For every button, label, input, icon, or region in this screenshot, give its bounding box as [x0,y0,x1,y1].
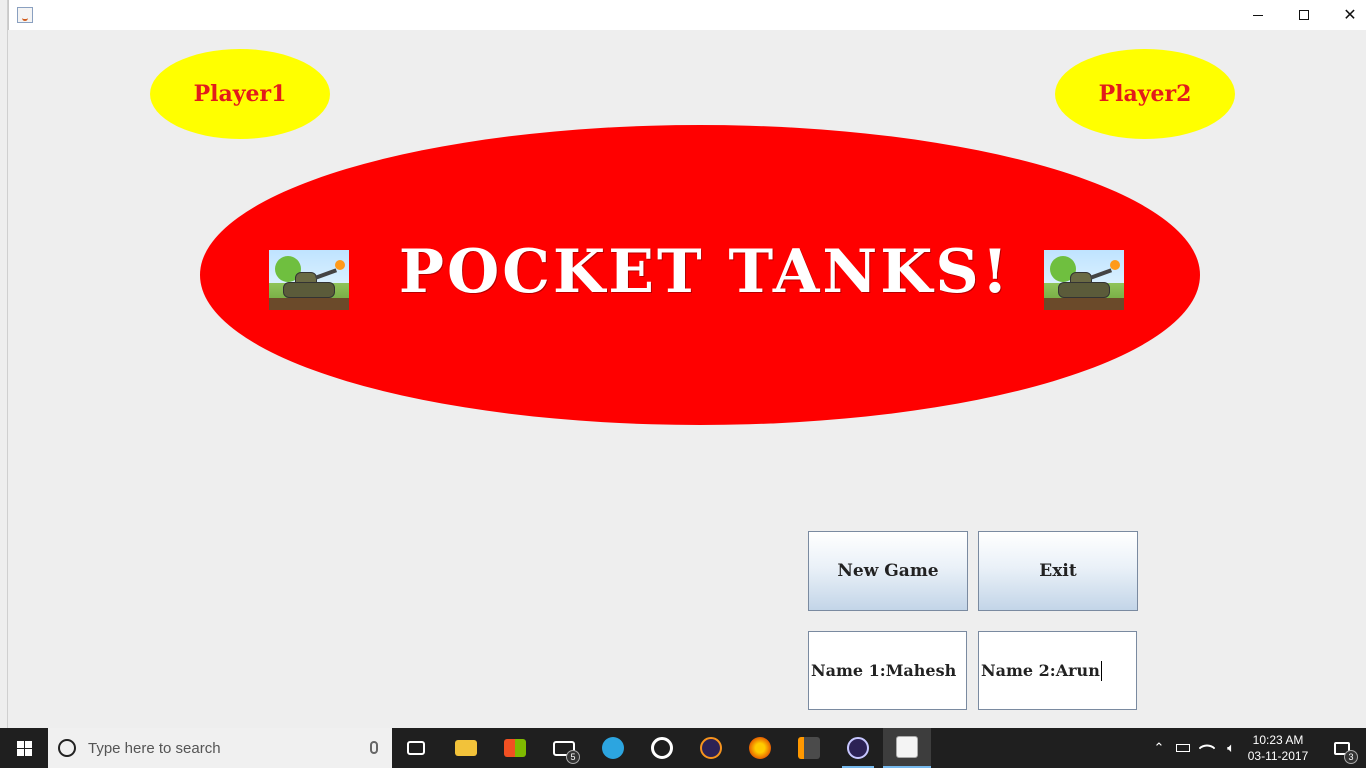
microphone-icon[interactable] [370,741,378,754]
java-icon [896,736,918,758]
clock-date: 03-11-2017 [1247,749,1309,763]
new-game-button[interactable]: New Game [808,531,968,611]
file-explorer-icon [455,740,477,756]
window-titlebar[interactable]: ✕ [8,0,1366,30]
notification-count-badge: 3 [1344,750,1358,764]
maximize-icon [1299,10,1309,20]
taskbar-search-box[interactable]: Type here to search [48,728,392,768]
clock-time: 10:23 AM [1252,733,1304,747]
taskbar: Type here to search 5 ⌃ 🔈︎ 10:23 AM 03-1… [0,728,1366,768]
task-view-icon [407,741,425,755]
tank-image-right [1044,250,1124,310]
circle-app-icon [651,737,673,759]
taskbar-clock[interactable]: 10:23 AM 03-11-2017 [1240,732,1316,764]
chevron-up-icon: ⌃ [1153,740,1165,755]
app-button[interactable] [638,728,686,768]
search-placeholder: Type here to search [88,739,221,757]
windows-logo-icon [16,740,32,756]
telegram-icon [602,737,624,759]
player1-label: Player1 [150,49,330,139]
firefox-button[interactable] [736,728,784,768]
window-left-border [0,0,8,728]
close-icon: ✕ [1343,5,1357,24]
game-title: POCKET TANKS! [398,237,1012,307]
eclipse-icon [847,737,869,759]
player2-name-value: Name 2:Arun [981,661,1100,680]
battery-icon[interactable] [1172,728,1194,768]
network-icon[interactable] [1196,728,1218,768]
exit-button[interactable]: Exit [978,531,1138,611]
eclipse-running-button[interactable] [834,728,882,768]
eclipse-icon [700,737,722,759]
eclipse-button[interactable] [687,728,735,768]
minimize-button[interactable] [1235,0,1281,30]
player2-name-field[interactable]: Name 2:Arun [978,631,1137,710]
cortana-icon [58,739,76,757]
store-button[interactable] [491,728,539,768]
text-caret [1100,660,1102,681]
minimize-icon [1253,14,1263,16]
start-button[interactable] [0,728,48,768]
volume-icon[interactable]: 🔈︎ [1220,728,1242,768]
task-view-button[interactable] [392,728,440,768]
tank-image-left [269,250,349,310]
player1-name-value: Name 1:Mahesh [811,661,957,680]
close-button[interactable]: ✕ [1327,0,1366,30]
player1-name-field[interactable]: Name 1:Mahesh [808,631,967,710]
file-explorer-button[interactable] [442,728,490,768]
mail-count-badge: 5 [566,750,580,764]
firefox-icon [749,737,771,759]
java-app-taskbar-button[interactable] [883,728,931,768]
show-hidden-icons-button[interactable]: ⌃ [1148,728,1170,768]
maximize-button[interactable] [1281,0,1327,30]
sublime-text-button[interactable] [785,728,833,768]
mail-button[interactable]: 5 [540,728,588,768]
store-icon [504,739,526,757]
java-app-icon [17,7,33,23]
action-center-button[interactable]: 3 [1318,728,1366,768]
player2-label: Player2 [1055,49,1235,139]
telegram-button[interactable] [589,728,637,768]
sublime-text-icon [798,737,820,759]
